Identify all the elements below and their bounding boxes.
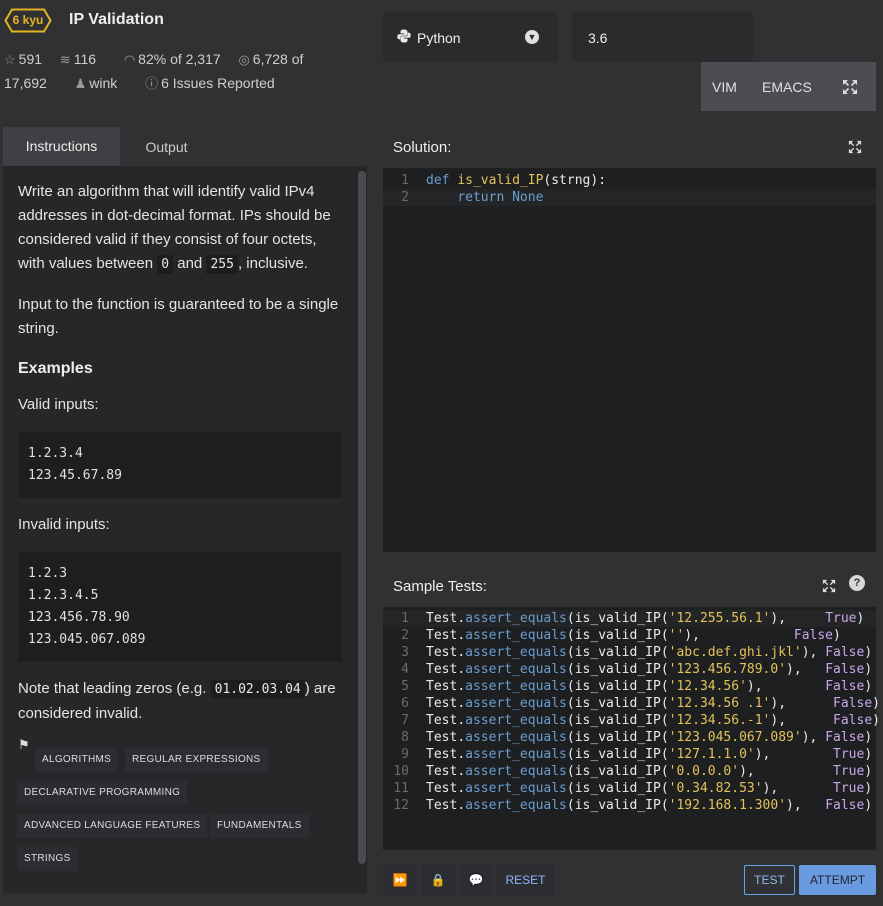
test-code-line: 6 Test.assert_equals(is_valid_IP('12.34.5…	[401, 696, 880, 711]
test-code-line: 5 Test.assert_equals(is_valid_IP('12.34.5…	[401, 679, 873, 694]
sample-tests-header: Sample Tests: ?	[383, 566, 876, 607]
code-line: 123.45.67.89	[28, 468, 122, 483]
fast-forward-icon: ⏩	[392, 873, 408, 887]
inline-code: 255	[206, 255, 238, 274]
help-icon[interactable]: ?	[849, 575, 865, 591]
test-code-line: 1 Test.assert_equals(is_valid_IP('12.255.…	[383, 610, 876, 627]
tag-regular-expressions[interactable]: REGULAR EXPRESSIONS	[125, 748, 268, 772]
tab-instructions[interactable]: Instructions	[3, 127, 120, 166]
language-select[interactable]: Python ▼	[383, 12, 558, 62]
reset-button[interactable]: RESET	[497, 865, 554, 895]
collections-count: 116	[73, 51, 97, 67]
test-code-line: 9 Test.assert_equals(is_valid_IP('127.1.1…	[401, 747, 873, 762]
test-code-line: 8 Test.assert_equals(is_valid_IP('123.045…	[401, 730, 873, 745]
issues-link[interactable]: 6 Issues Reported	[161, 75, 275, 91]
tag-fundamentals[interactable]: FUNDAMENTALS	[210, 814, 309, 838]
author-link[interactable]: wink	[89, 75, 117, 91]
test-code-line: 2 Test.assert_equals(is_valid_IP(''), Fal…	[401, 628, 841, 643]
rank-label: 6 kyu	[12, 13, 44, 27]
satisfaction-icon: ◠	[123, 52, 136, 67]
panel-tabs: Instructions Output	[3, 127, 367, 166]
code-line: 1.2.3	[28, 566, 68, 581]
solution-editor-panel: Solution: 1 def is_valid_IP(strng): 2 ret…	[383, 127, 876, 552]
kata-stats-row-2: 17,692 ♟ wink ⓘ 6 Issues Reported	[4, 73, 275, 92]
invalid-inputs-label: Invalid inputs:	[18, 516, 110, 533]
test-code-line: 12 Test.assert_equals(is_valid_IP('192.16…	[393, 798, 873, 813]
kata-title: IP Validation	[69, 11, 164, 28]
info-icon: ⓘ	[145, 76, 159, 91]
satisfaction-rating: 82% of 2,317	[138, 51, 221, 67]
test-code-line: 11 Test.assert_equals(is_valid_IP('0.34.8…	[393, 781, 873, 796]
test-code-line: 7 Test.assert_equals(is_valid_IP('12.34.5…	[401, 713, 880, 728]
expand-icon[interactable]	[848, 140, 862, 154]
kata-stats-row-1: ☆ 591 ≋ 116 ◠ 82% of 2,317 ◎ 6,728 of	[4, 51, 303, 68]
inline-code: 01.02.03.04	[210, 680, 305, 699]
invalid-inputs-code-block: 1.2.3 1.2.3.4.5 123.456.78.90 123.045.06…	[18, 552, 342, 662]
kata-description: Write an algorithm that will identify va…	[18, 180, 343, 742]
fullscreen-button[interactable]	[823, 62, 876, 111]
inline-code: 0	[157, 255, 174, 274]
valid-inputs-code-block: 1.2.3.4 123.45.67.89	[18, 432, 342, 498]
chat-icon: 💬	[468, 873, 484, 887]
instructions-scrollbar[interactable]	[358, 171, 366, 864]
tag-algorithms[interactable]: ALGORITHMS	[35, 748, 119, 772]
tag-advanced-language-features[interactable]: ADVANCED LANGUAGE FEATURES	[17, 814, 208, 838]
test-code-line: 3 Test.assert_equals(is_valid_IP('abc.def…	[401, 645, 873, 660]
expand-icon	[843, 80, 857, 94]
sample-tests-code-editor[interactable]: 1 Test.assert_equals(is_valid_IP('12.255.…	[383, 610, 880, 814]
tag-icon: ⚑	[18, 737, 30, 752]
code-line: 123.045.067.089	[28, 632, 146, 647]
python-icon	[397, 29, 411, 43]
target-icon: ◎	[238, 52, 250, 67]
code-line: 123.456.78.90	[28, 610, 130, 625]
description-paragraph-2: Input to the function is guaranteed to b…	[18, 296, 339, 337]
layers-icon: ≋	[59, 52, 71, 67]
lock-icon: 🔒	[430, 873, 446, 887]
test-button[interactable]: TEST	[744, 865, 795, 895]
leading-zeros-note: Note that leading zeros (e.g. 01.02.03.0…	[18, 680, 336, 722]
solution-header: Solution:	[383, 127, 876, 168]
completed-count: 6,728 of	[252, 51, 304, 67]
version-select[interactable]: 3.6	[572, 12, 753, 62]
vim-mode-button[interactable]: VIM	[712, 79, 737, 95]
code-line: 1.2.3.4.5	[28, 588, 99, 603]
unlock-solutions-button[interactable]: 🔒	[421, 865, 455, 895]
sample-tests-title: Sample Tests:	[393, 578, 487, 595]
test-code-line: 4 Test.assert_equals(is_valid_IP('123.456…	[401, 662, 873, 677]
valid-inputs-label: Valid inputs:	[18, 396, 99, 413]
solution-title: Solution:	[393, 139, 452, 156]
expand-icon[interactable]	[822, 579, 836, 593]
chevron-down-icon: ▼	[525, 30, 539, 44]
examples-heading: Examples	[18, 360, 93, 377]
rank-badge: 6 kyu	[4, 8, 52, 33]
completed-total: 17,692	[4, 75, 47, 91]
attempt-button[interactable]: ATTEMPT	[799, 865, 876, 895]
code-line: 1.2.3.4	[28, 446, 83, 461]
stars-count: 591	[18, 51, 43, 67]
instructions-panel: Instructions Output Write an algorithm t…	[3, 127, 367, 893]
tag-declarative-programming[interactable]: DECLARATIVE PROGRAMMING	[17, 781, 188, 805]
sample-tests-panel: Sample Tests: ? 1 Test.assert_equals(is_v…	[383, 566, 880, 850]
code-line: 1 def is_valid_IP(strng):	[401, 173, 607, 188]
code-line: 2 return None	[383, 189, 876, 206]
skip-button[interactable]: ⏩	[383, 865, 417, 895]
emacs-mode-button[interactable]: EMACS	[762, 79, 812, 95]
test-code-line: 10 Test.assert_equals(is_valid_IP('0.0.0.…	[393, 764, 873, 779]
tab-output[interactable]: Output	[120, 127, 213, 166]
tag-strings[interactable]: STRINGS	[17, 847, 78, 871]
star-icon[interactable]: ☆	[4, 52, 16, 67]
version-value: 3.6	[588, 30, 608, 46]
user-icon: ♟	[74, 76, 87, 91]
discuss-button[interactable]: 💬	[459, 865, 493, 895]
solution-code-editor[interactable]: 1 def is_valid_IP(strng): 2 return None	[383, 172, 876, 206]
description-paragraph-1: Write an algorithm that will identify va…	[18, 183, 331, 274]
language-value: Python	[417, 30, 461, 46]
